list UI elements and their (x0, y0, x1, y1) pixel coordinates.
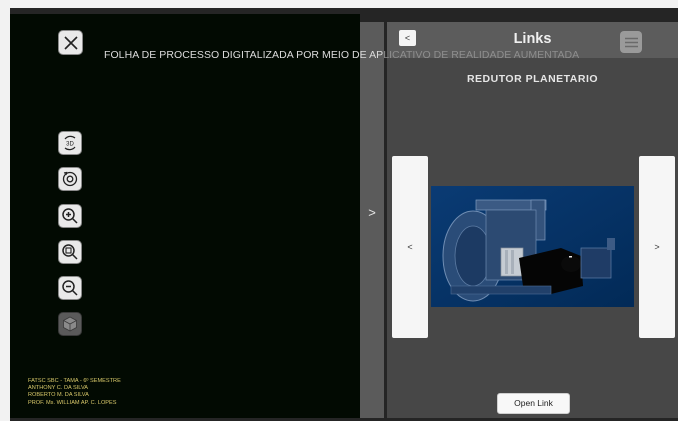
next-arrow: > (654, 242, 660, 252)
credits-line: PROF. Ms. WILLIAM AP. C. LOPES (28, 399, 117, 406)
menu-button[interactable] (620, 31, 642, 53)
zoom-in-icon (62, 208, 78, 224)
previous-button[interactable]: < (392, 156, 428, 338)
hamburger-menu-icon (624, 37, 638, 47)
credits-line: ROBERTO M. DA SILVA (28, 392, 89, 399)
next-button[interactable]: > (639, 156, 675, 338)
open-link-button[interactable]: Open Link (497, 393, 570, 414)
panel-toggle-arrow[interactable]: > (360, 205, 384, 220)
credits-line: ANTHONY C. DA SILVA (28, 385, 88, 392)
rotate-icon (62, 171, 78, 187)
cube-view-button[interactable] (58, 312, 82, 336)
cube-icon (63, 316, 77, 332)
zoom-out-button[interactable] (58, 276, 82, 300)
rotate-button[interactable] (58, 167, 82, 191)
3d-rotate-icon: 3D (64, 135, 76, 151)
svg-text:3D: 3D (66, 142, 74, 148)
close-icon (63, 35, 78, 50)
zoom-in-button[interactable] (58, 204, 82, 228)
page-title: FOLHA DE PROCESSO DIGITALIZADA POR MEIO … (104, 49, 580, 61)
view-3d-button[interactable]: 3D (58, 131, 82, 155)
zoom-fit-button[interactable] (58, 240, 82, 264)
previous-arrow: < (407, 242, 413, 252)
credits-text: FATSC SBC - TAMA - 6º SEMESTRE ANTHONY C… (28, 378, 121, 407)
zoom-fit-icon (62, 244, 78, 260)
model-preview-image[interactable] (431, 186, 634, 307)
item-title: REDUTOR PLANETARIO (466, 73, 599, 85)
panel-toggle-bar[interactable] (360, 22, 384, 418)
close-button[interactable] (58, 30, 83, 55)
planetary-reducer-image (431, 186, 634, 307)
credits-line: FATSC SBC - TAMA - 6º SEMESTRE (28, 378, 121, 384)
zoom-out-icon (62, 280, 78, 296)
